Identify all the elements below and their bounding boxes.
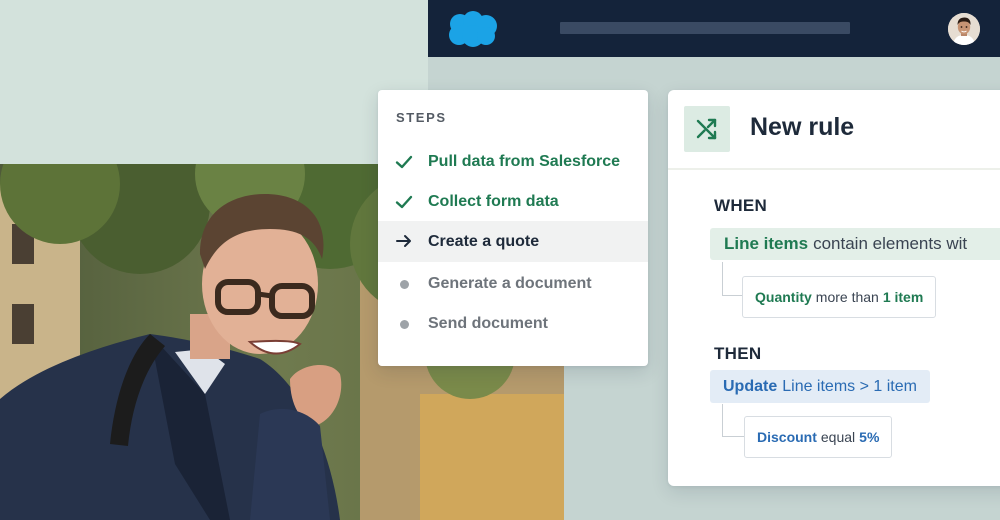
discount-value: 5% [859, 429, 880, 445]
step-pull-data[interactable]: Pull data from Salesforce [378, 142, 648, 182]
check-icon [394, 152, 414, 172]
action-keyword: Update [723, 377, 778, 395]
quantity-value: 1 item [882, 289, 924, 305]
then-action[interactable]: Update Line items > 1 item [710, 370, 930, 403]
step-collect-form-data[interactable]: Collect form data [378, 182, 648, 222]
condition-keyword: Line items [724, 234, 809, 253]
tree-connector [722, 262, 743, 296]
shuffle-icon[interactable] [684, 106, 730, 152]
quantity-keyword: Quantity [755, 289, 812, 305]
step-label: Pull data from Salesforce [428, 153, 621, 170]
condition-text: contain elements wit [813, 234, 968, 253]
search-bar[interactable] [560, 22, 850, 34]
step-label: Send document [428, 315, 549, 332]
step-create-quote[interactable]: Create a quote [378, 221, 648, 262]
tree-connector [722, 404, 745, 437]
discount-action[interactable]: Discount equal 5% [744, 416, 893, 458]
quantity-operator: more than [815, 289, 879, 305]
user-avatar[interactable] [948, 13, 980, 45]
discount-keyword: Discount [757, 429, 817, 445]
arrow-right-icon [394, 231, 414, 251]
rule-title: New rule [750, 113, 855, 141]
top-navigation-bar [428, 0, 1000, 57]
steps-panel: STEPS Pull data from Salesforce Collect … [378, 90, 648, 366]
rule-panel: New rule WHEN Line items contain element… [668, 90, 1000, 486]
dot-icon [394, 274, 414, 294]
steps-title: STEPS [396, 110, 447, 125]
rule-header: New rule [668, 90, 1000, 170]
when-label: WHEN [714, 196, 768, 215]
discount-operator: equal [820, 429, 856, 445]
action-text: Line items > 1 item [782, 377, 917, 395]
check-icon [394, 192, 414, 212]
step-send-document[interactable]: Send document [378, 304, 648, 344]
step-generate-document[interactable]: Generate a document [378, 264, 648, 304]
quantity-condition[interactable]: Quantity more than 1 item [742, 276, 937, 318]
salesforce-logo-icon[interactable] [446, 10, 498, 48]
step-label: Collect form data [428, 193, 559, 210]
dot-icon [394, 314, 414, 334]
when-condition[interactable]: Line items contain elements wit [710, 228, 1000, 260]
then-label: THEN [714, 344, 762, 363]
step-label: Create a quote [428, 232, 540, 250]
step-label: Generate a document [428, 275, 592, 292]
